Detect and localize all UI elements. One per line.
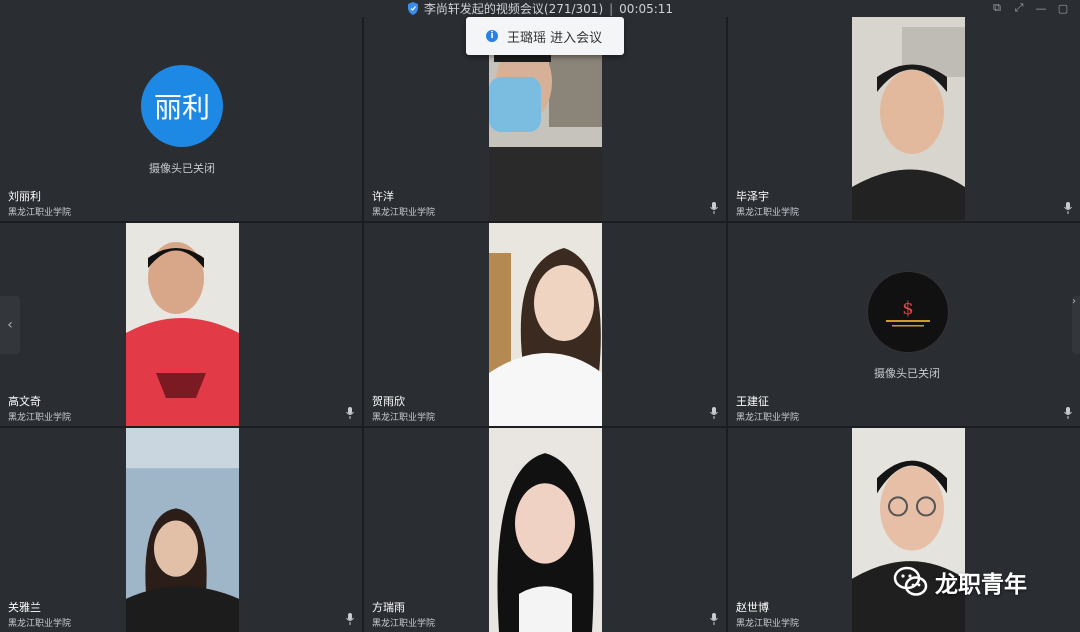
logo-icon: $ [886, 298, 930, 327]
video-feed [489, 428, 602, 632]
participant-name: 许洋 [372, 190, 394, 203]
participant-tile[interactable]: 丽利 摄像头已关闭 刘丽利 黑龙江职业学院 [0, 17, 362, 221]
participant-tile[interactable]: 毕泽宇 黑龙江职业学院 [728, 17, 1080, 221]
participant-name: 贺雨欣 [372, 395, 405, 408]
participant-tile[interactable]: 赵世博 黑龙江职业学院 [728, 428, 1080, 632]
participant-tile[interactable]: 高文奇 黑龙江职业学院 [0, 223, 362, 426]
participant-name: 高文奇 [8, 395, 41, 408]
participant-tile[interactable]: 方瑞雨 黑龙江职业学院 [364, 428, 726, 632]
mic-muted-icon [710, 407, 718, 419]
camera-off-label: 摄像头已关闭 [149, 162, 215, 175]
participant-org: 黑龙江职业学院 [8, 208, 72, 218]
join-notification: i 王璐瑶 进入会议 [466, 17, 624, 55]
info-icon: i [486, 30, 498, 42]
participant-name: 关雅兰 [8, 601, 41, 614]
participant-tile[interactable]: 关雅兰 黑龙江职业学院 [0, 428, 362, 632]
next-page-button[interactable]: › [1072, 296, 1080, 354]
video-feed [126, 428, 239, 632]
mic-muted-icon [346, 613, 354, 625]
open-external-icon[interactable]: ⧉ [990, 1, 1004, 15]
mic-muted-icon [1064, 407, 1072, 419]
participant-name: 毕泽宇 [736, 190, 769, 203]
avatar-initials: 丽利 [153, 91, 210, 124]
participant-org: 黑龙江职业学院 [736, 619, 800, 629]
meeting-title: 李尚轩发起的视频会议(271/301) [423, 2, 604, 16]
video-feed [852, 428, 965, 632]
svg-text:$: $ [902, 298, 913, 319]
camera-off-label: 摄像头已关闭 [874, 367, 940, 380]
participant-org: 黑龙江职业学院 [8, 619, 72, 629]
participant-tile[interactable]: $ 摄像头已关闭 王建征 黑龙江职业学院 [728, 223, 1080, 426]
wechat-icon [893, 566, 928, 596]
participant-tile[interactable]: 贺雨欣 黑龙江职业学院 [364, 223, 726, 426]
participant-name: 方瑞雨 [372, 601, 405, 614]
video-feed [489, 223, 602, 426]
shield-icon [407, 2, 418, 15]
mic-muted-icon [710, 202, 718, 214]
watermark: 龙职青年 [893, 564, 1027, 600]
minimize-icon[interactable]: — [1034, 1, 1048, 15]
expand-icon[interactable]: ⤢ [1012, 1, 1026, 15]
participant-name: 刘丽利 [8, 190, 41, 203]
participant-org: 黑龙江职业学院 [736, 208, 800, 218]
participant-org: 黑龙江职业学院 [736, 413, 800, 423]
window-controls: ⧉ ⤢ — ▢ [990, 1, 1070, 15]
participant-org: 黑龙江职业学院 [372, 619, 436, 629]
title-bar: 李尚轩发起的视频会议(271/301) | 00:05:11 ⧉ ⤢ — ▢ [0, 0, 1080, 17]
avatar: 丽利 [141, 65, 223, 147]
prev-page-button[interactable]: ‹ [0, 296, 20, 354]
video-grid: 丽利 摄像头已关闭 刘丽利 黑龙江职业学院 许洋 黑龙江职业学院 毕泽宇 黑龙江… [0, 17, 1080, 632]
participant-name: 王建征 [736, 395, 769, 408]
meeting-timer: 00:05:11 [619, 1, 674, 16]
watermark-text: 龙职青年 [935, 572, 1027, 598]
mic-muted-icon [1064, 202, 1072, 214]
title-separator: | [609, 1, 614, 16]
video-feed [852, 17, 965, 220]
mic-muted-icon [346, 407, 354, 419]
participant-org: 黑龙江职业学院 [372, 413, 436, 423]
video-feed [126, 223, 239, 426]
participant-name: 赵世博 [736, 601, 769, 614]
chevron-right-icon: › [1072, 296, 1076, 307]
avatar: $ [867, 271, 949, 353]
notification-text: 王璐瑶 进入会议 [507, 30, 603, 46]
participant-org: 黑龙江职业学院 [372, 208, 436, 218]
mic-muted-icon [710, 613, 718, 625]
maximize-icon[interactable]: ▢ [1056, 1, 1070, 15]
participant-org: 黑龙江职业学院 [8, 413, 72, 423]
title-wrap: 李尚轩发起的视频会议(271/301) | 00:05:11 [0, 0, 1080, 17]
chevron-left-icon: ‹ [7, 317, 13, 333]
